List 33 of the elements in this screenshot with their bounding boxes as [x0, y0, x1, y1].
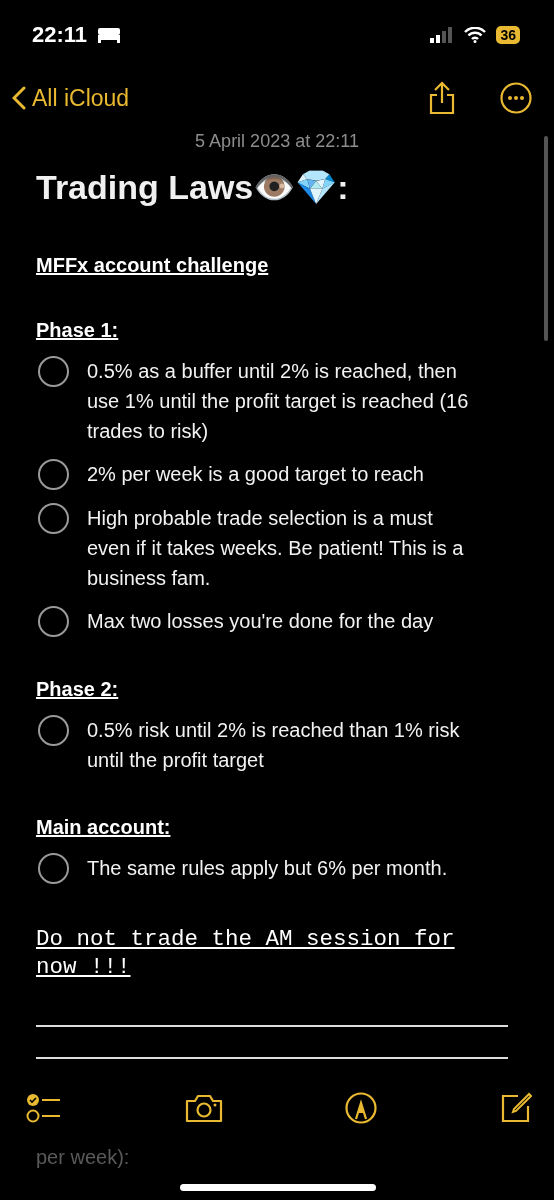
- section-heading: MFFx account challenge: [36, 253, 270, 278]
- back-button[interactable]: All iCloud: [12, 84, 130, 112]
- checklist-circle[interactable]: [38, 503, 69, 534]
- faded-text: per week):: [36, 1145, 131, 1169]
- checklist-text: 0.5% risk until 2% is reached than 1% risk until the profit target: [87, 718, 461, 773]
- section-heading: Phase 2:: [36, 677, 120, 702]
- compose-icon[interactable]: [499, 1092, 532, 1124]
- signal-icon: [430, 27, 455, 43]
- note-title: Trading Laws👁💎:: [36, 167, 350, 208]
- checklist-circle[interactable]: [38, 606, 69, 637]
- note-text: Do not trade the AM session for now !!!: [36, 925, 456, 981]
- checklist-text: 0.5% as a buffer until 2% is reached, then use 1% until the profit target is reached (16 trades to risk): [87, 359, 470, 444]
- checklist-circle[interactable]: [38, 715, 69, 746]
- checklist-text: 2% per week is a good target to reach: [87, 462, 424, 487]
- section-heading: Phase 1:: [36, 318, 120, 343]
- checklist-text: The same rules apply but 6% per month.: [87, 856, 448, 881]
- checklist-circle[interactable]: [38, 853, 69, 884]
- checklist-text: High probable trade selection is a must even if it takes weeks. Be patient! This is a business fam.: [87, 506, 465, 591]
- bed-icon: [97, 27, 122, 43]
- checklist-text: Max two losses you're done for the day: [87, 609, 434, 634]
- more-icon[interactable]: [500, 82, 532, 114]
- chevron-icon: [12, 86, 26, 110]
- checklist-circle[interactable]: [38, 459, 69, 490]
- wifi-icon: [464, 27, 487, 43]
- markup-pen-icon[interactable]: [345, 1092, 378, 1124]
- checklist-circle[interactable]: [38, 356, 69, 387]
- checklist-icon[interactable]: [26, 1092, 62, 1124]
- status-time: 22:11: [32, 22, 88, 48]
- camera-icon[interactable]: [184, 1093, 223, 1123]
- battery-level: 36: [496, 26, 520, 44]
- section-heading: Main account:: [36, 815, 172, 840]
- note-date: 5 April 2023 at 22:11: [194, 130, 360, 152]
- share-icon[interactable]: [428, 81, 456, 115]
